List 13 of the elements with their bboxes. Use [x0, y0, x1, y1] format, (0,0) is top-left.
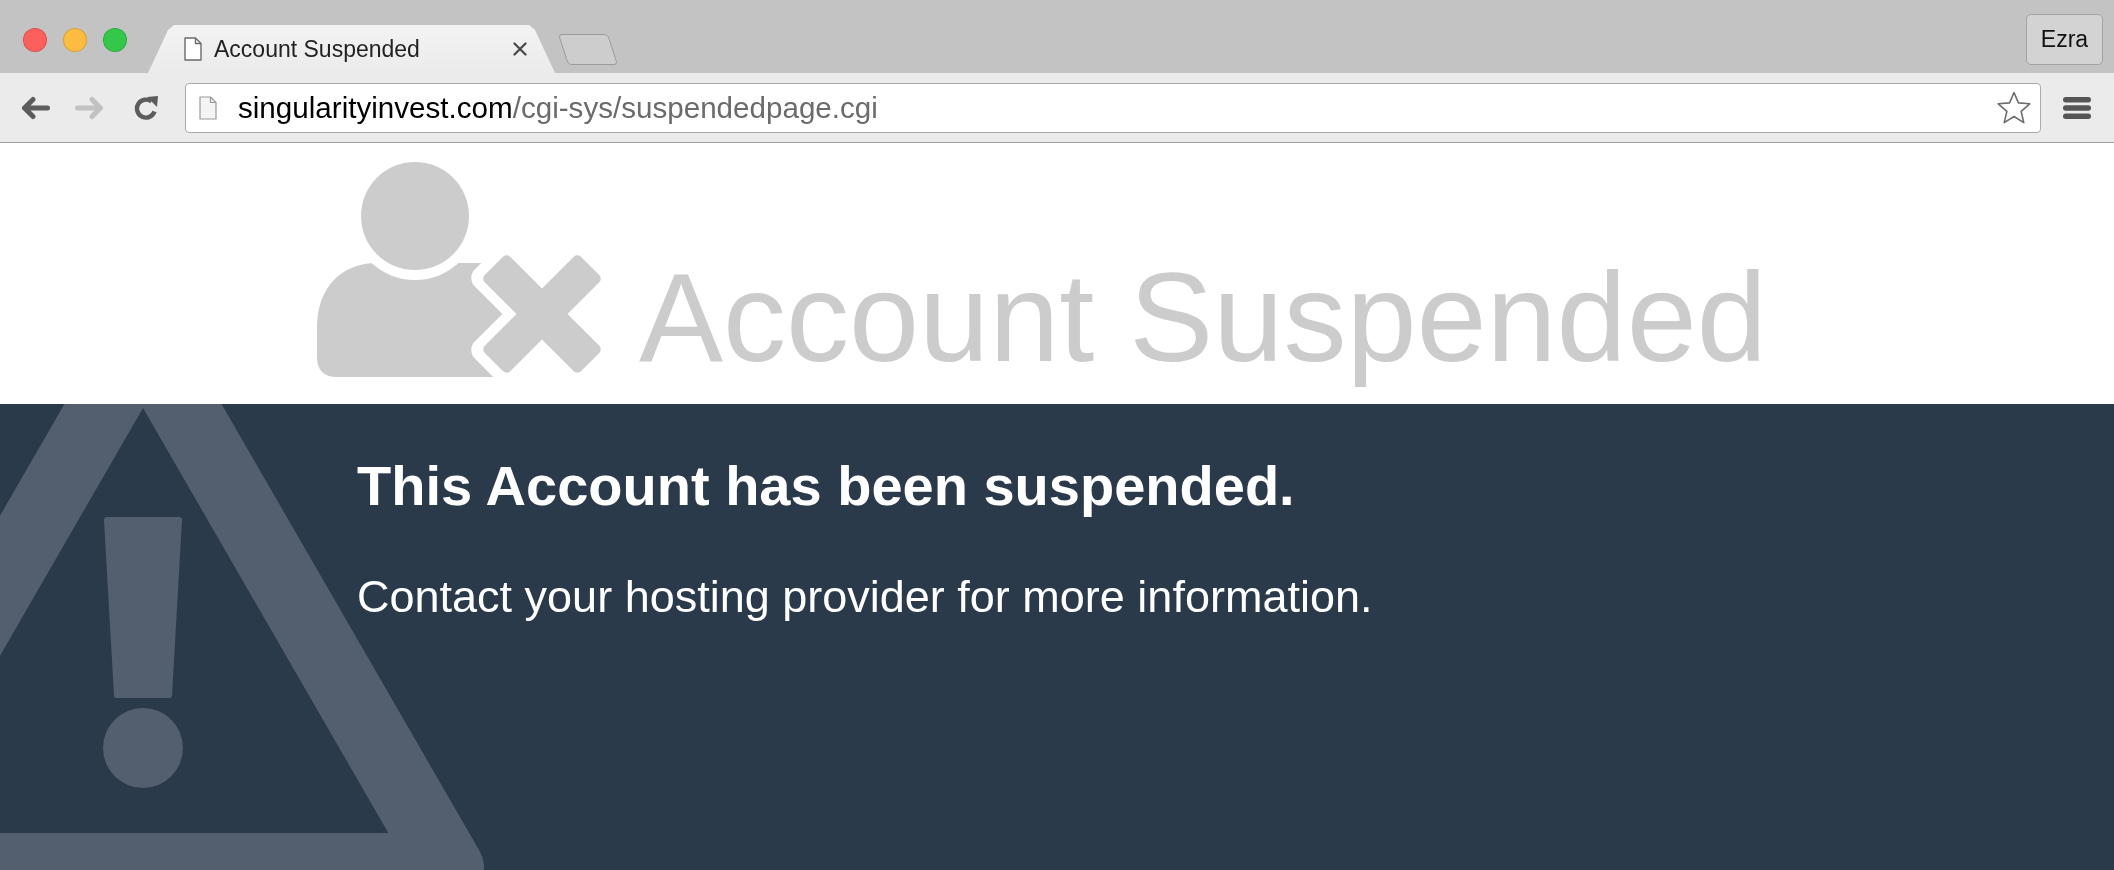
bookmark-star-icon[interactable]: [1996, 90, 2032, 125]
url-text: singularityinvest.com/cgi-sys/suspendedpage.cgi: [238, 90, 878, 125]
back-arrow-icon[interactable]: [20, 95, 50, 120]
notice-heading: This Account has been suspended.: [357, 453, 1295, 519]
browser-tab[interactable]: Account Suspended: [148, 25, 555, 73]
address-bar[interactable]: singularityinvest.com/cgi-sys/suspendedpage.cgi: [185, 82, 2041, 133]
document-icon: [199, 95, 217, 120]
document-icon: [184, 37, 202, 61]
profile-button[interactable]: Ezra: [2026, 14, 2103, 65]
notice-message: Contact your hosting provider for more information.: [357, 570, 1373, 624]
menu-icon[interactable]: [2063, 96, 2091, 119]
reload-icon[interactable]: [133, 94, 159, 121]
close-icon[interactable]: [513, 42, 527, 56]
